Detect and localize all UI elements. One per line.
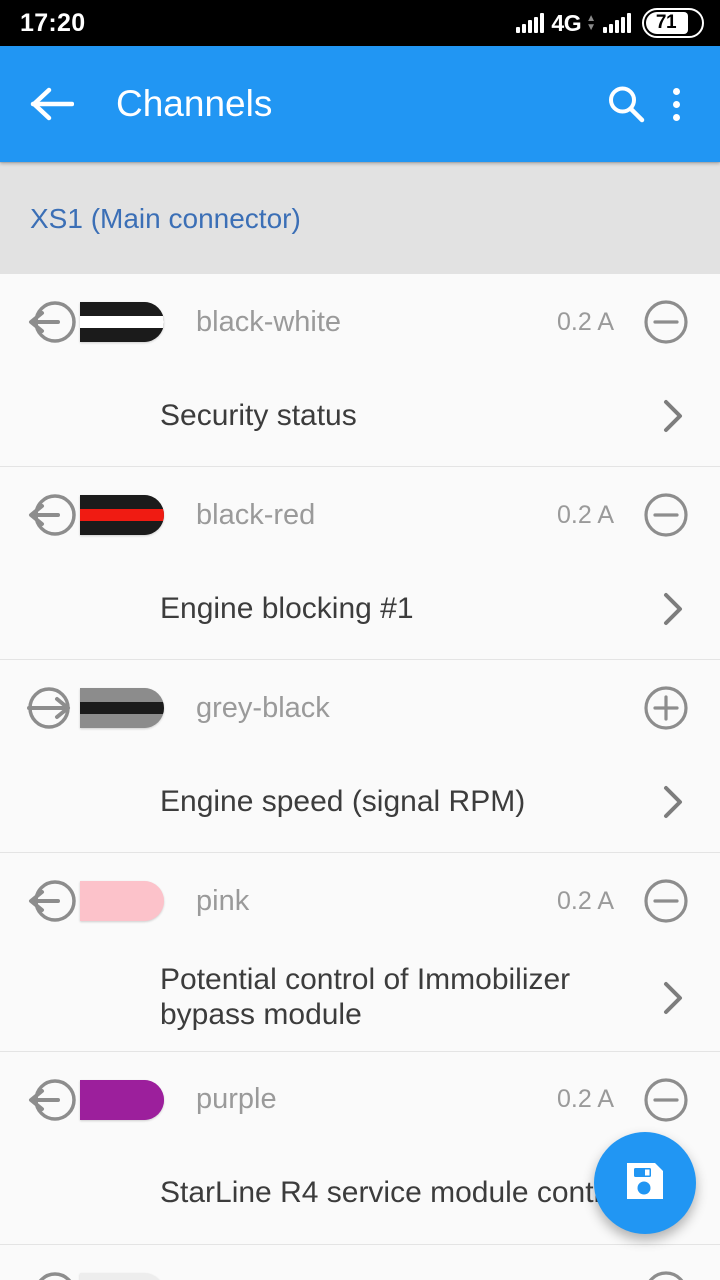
status-icons: 4G ▲ ▼ 71	[516, 8, 704, 38]
save-fab-button[interactable]	[594, 1132, 696, 1234]
chevron-right-icon[interactable]	[656, 396, 690, 436]
arrow-out-circle-icon	[26, 1267, 78, 1280]
current-rating-label: 0.2 A	[557, 886, 614, 915]
function-label: Security status	[160, 398, 357, 432]
minus-circle-icon[interactable]	[642, 491, 690, 539]
app-bar: Channels	[0, 46, 720, 162]
channel-row[interactable]: pink 0.2 A Potential control of Immobilize…	[0, 853, 720, 1052]
wire-name-label: black-red	[196, 498, 316, 531]
wire-color-swatch	[80, 495, 164, 535]
channel-function-row[interactable]: Engine speed (signal RPM)	[0, 756, 720, 852]
channel-header[interactable]: black-red 0.2 A	[0, 467, 720, 563]
wire-color-swatch	[80, 302, 164, 342]
wire-name-label: pink	[196, 884, 250, 917]
wire-color-swatch	[80, 1079, 164, 1120]
arrow-out-circle-icon	[26, 875, 78, 927]
channel-row-partial[interactable]	[0, 1244, 720, 1280]
signal-bars-icon-2	[603, 13, 631, 33]
function-label: Potential control of Immobilizer bypass …	[160, 963, 571, 1031]
channel-header[interactable]: purple 0.2 A	[0, 1052, 720, 1148]
arrow-out-circle-icon	[26, 1074, 78, 1126]
channel-row[interactable]: black-red 0.2 A Engine blocking #1	[0, 467, 720, 660]
section-header-label: XS1 (Main connector)	[30, 202, 301, 234]
channel-header[interactable]: pink 0.2 A	[0, 853, 720, 949]
section-header-xs1: XS1 (Main connector)	[0, 162, 720, 274]
save-floppy-icon	[623, 1159, 667, 1208]
chevron-right-icon[interactable]	[656, 589, 690, 629]
wire-color-swatch-partial	[80, 1272, 164, 1280]
signal-bars-icon	[516, 13, 545, 33]
channel-header-partial[interactable]	[0, 1245, 720, 1280]
channel-function-row[interactable]: Engine blocking #1	[0, 563, 720, 659]
overflow-menu-icon[interactable]	[654, 76, 698, 132]
arrow-out-circle-icon	[26, 296, 78, 348]
minus-circle-icon[interactable]	[642, 877, 690, 925]
channel-header[interactable]: black-white 0.2 A	[0, 274, 720, 370]
current-rating-label: 0.2 A	[557, 307, 614, 336]
status-bar: 17:20 4G ▲ ▼ 71	[0, 0, 720, 46]
minus-circle-icon[interactable]	[642, 1076, 690, 1124]
function-label: Engine blocking #1	[160, 591, 414, 625]
wire-name-label: black-white	[196, 305, 342, 338]
plus-circle-icon[interactable]	[642, 684, 690, 732]
channels-list[interactable]: XS1 (Main connector) black-white 0.2 A Sec…	[0, 162, 720, 1280]
back-arrow-icon[interactable]	[26, 78, 78, 130]
current-rating-label: 0.2 A	[557, 500, 614, 529]
wire-name-label: purple	[196, 1083, 277, 1116]
wire-name-label: grey-black	[196, 691, 330, 724]
channel-header[interactable]: grey-black	[0, 660, 720, 756]
network-type-label: 4G	[551, 9, 582, 36]
channel-function-row[interactable]: Potential control of Immobilizer bypass …	[0, 949, 720, 1051]
chevron-right-icon[interactable]	[656, 978, 690, 1018]
data-transfer-icon: ▲ ▼	[586, 13, 596, 33]
chevron-right-icon[interactable]	[656, 782, 690, 822]
current-rating-label: 0.2 A	[557, 1085, 614, 1114]
arrow-out-circle-icon	[26, 489, 78, 541]
function-label: StarLine R4 service module control	[160, 1176, 627, 1210]
page-title: Channels	[116, 83, 273, 124]
channel-function-row[interactable]: Security status	[0, 370, 720, 466]
channel-row[interactable]: black-white 0.2 A Security status	[0, 274, 720, 467]
battery-percent-label: 71	[655, 12, 677, 33]
minus-circle-icon[interactable]	[642, 1269, 690, 1280]
wire-color-swatch	[80, 881, 164, 921]
status-clock: 17:20	[20, 8, 86, 37]
minus-circle-icon[interactable]	[642, 298, 690, 346]
arrow-in-circle-icon	[26, 682, 78, 734]
function-label: Engine speed (signal RPM)	[160, 784, 526, 818]
wire-color-swatch	[80, 688, 164, 728]
channel-row[interactable]: grey-black Engine speed (signal RPM)	[0, 660, 720, 853]
battery-icon: 71	[642, 8, 704, 38]
search-icon[interactable]	[598, 76, 654, 132]
channels-screen: 17:20 4G ▲ ▼ 71 Channels XS1 (Main conne…	[0, 0, 720, 1280]
